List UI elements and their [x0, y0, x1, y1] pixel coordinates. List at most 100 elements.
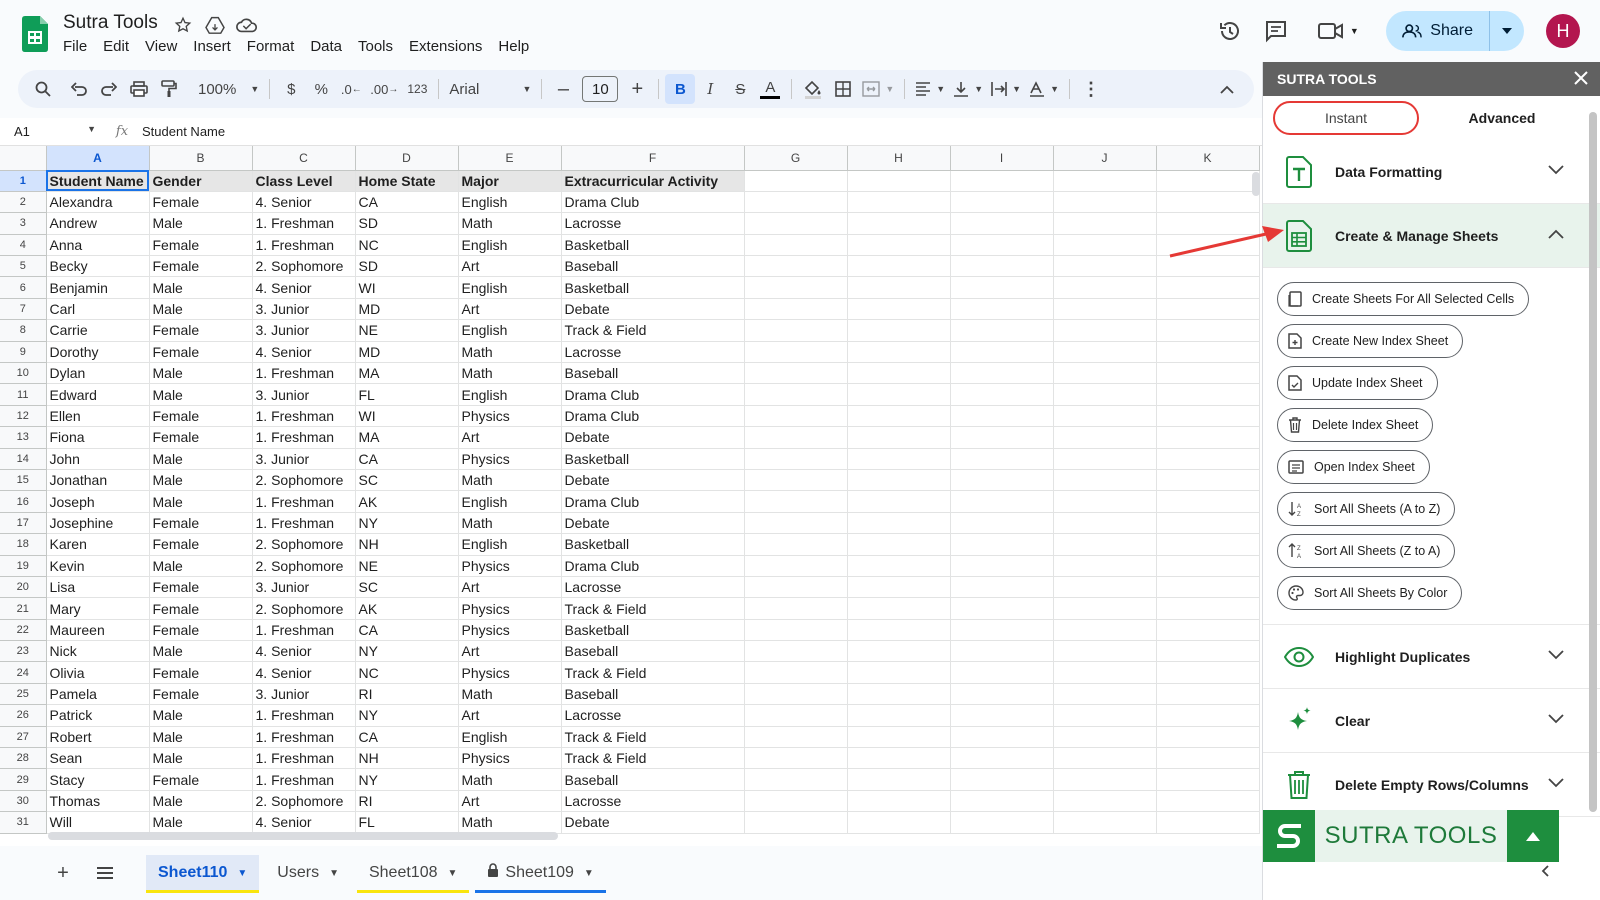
undo-icon[interactable]	[64, 74, 94, 104]
row-header[interactable]: 31	[0, 811, 47, 834]
grid-cell[interactable]	[1156, 555, 1260, 577]
percent-format-button[interactable]: %	[306, 74, 336, 104]
grid-cell[interactable]: Gender	[149, 170, 253, 192]
grid-cell[interactable]: Female	[149, 405, 253, 428]
grid-cell[interactable]	[847, 448, 951, 470]
grid-cell[interactable]: AK	[355, 597, 459, 620]
grid-cell[interactable]: Female	[149, 255, 253, 278]
grid-cell[interactable]	[744, 661, 848, 684]
grid-cell[interactable]: Physics	[458, 597, 562, 620]
grid-cell[interactable]	[1156, 512, 1260, 535]
grid-cell[interactable]: Art	[458, 298, 562, 321]
grid-cell[interactable]: Alexandra	[46, 191, 150, 214]
action-button[interactable]: Update Index Sheet	[1277, 366, 1438, 400]
grid-cell[interactable]	[847, 469, 951, 492]
grid-cell[interactable]: Female	[149, 533, 253, 556]
grid-cell[interactable]: Joseph	[46, 490, 150, 513]
grid-cell[interactable]: English	[458, 383, 562, 406]
grid-cell[interactable]: Basketball	[561, 448, 745, 470]
grid-cell[interactable]: Drama Club	[561, 555, 745, 577]
column-header-b[interactable]: B	[149, 146, 253, 171]
grid-cell[interactable]: Carl	[46, 298, 150, 321]
merge-cells-icon[interactable]: ▼	[858, 74, 898, 104]
grid-cell[interactable]	[950, 234, 1054, 257]
grid-cell[interactable]: Sean	[46, 747, 150, 770]
grid-cell[interactable]: SD	[355, 255, 459, 278]
grid-cell[interactable]: Basketball	[561, 619, 745, 642]
grid-cell[interactable]: Pamela	[46, 683, 150, 706]
grid-cell[interactable]	[847, 191, 951, 214]
grid-cell[interactable]: Lacrosse	[561, 576, 745, 599]
grid-cell[interactable]: Art	[458, 640, 562, 663]
grid-cell[interactable]	[1156, 661, 1260, 684]
strikethrough-button[interactable]: S	[725, 74, 755, 104]
grid-cell[interactable]	[1156, 298, 1260, 321]
menu-insert[interactable]: Insert	[193, 38, 239, 55]
grid-cell[interactable]	[950, 790, 1054, 813]
grid-cell[interactable]	[744, 790, 848, 813]
grid-cell[interactable]: SC	[355, 469, 459, 492]
grid-cell[interactable]: AK	[355, 490, 459, 513]
grid-cell[interactable]	[847, 512, 951, 535]
grid-cell[interactable]: Drama Club	[561, 383, 745, 406]
grid-cell[interactable]: Male	[149, 555, 253, 577]
grid-cell[interactable]: Math	[458, 362, 562, 385]
horizontal-align-icon[interactable]: ▼	[911, 74, 949, 104]
grid-cell[interactable]: 1. Freshman	[252, 747, 356, 770]
grid-cell[interactable]: Fiona	[46, 426, 150, 449]
grid-cell[interactable]: Drama Club	[561, 405, 745, 428]
grid-cell[interactable]: 2. Sophomore	[252, 597, 356, 620]
row-header[interactable]: 8	[0, 319, 47, 342]
row-header[interactable]: 16	[0, 490, 47, 513]
grid-cell[interactable]: Home State	[355, 170, 459, 192]
grid-cell[interactable]	[1156, 469, 1260, 492]
grid-cell[interactable]: 1. Freshman	[252, 426, 356, 449]
grid-cell[interactable]: NC	[355, 661, 459, 684]
row-header[interactable]: 3	[0, 212, 47, 235]
grid-cell[interactable]: 4. Senior	[252, 661, 356, 684]
grid-cell[interactable]	[744, 533, 848, 556]
grid-cell[interactable]: Math	[458, 212, 562, 235]
scroll-top-button[interactable]	[1507, 810, 1559, 862]
grid-cell[interactable]: Art	[458, 704, 562, 727]
grid-cell[interactable]	[1053, 619, 1157, 642]
grid-cell[interactable]	[950, 811, 1054, 834]
grid-cell[interactable]: Drama Club	[561, 191, 745, 214]
all-sheets-icon[interactable]	[86, 854, 124, 892]
grid-cell[interactable]	[744, 640, 848, 663]
grid-cell[interactable]: Andrew	[46, 212, 150, 235]
grid-cell[interactable]: 2. Sophomore	[252, 469, 356, 492]
grid-cell[interactable]	[950, 405, 1054, 428]
row-header[interactable]: 27	[0, 726, 47, 749]
grid-cell[interactable]	[950, 448, 1054, 470]
decrease-font-size-button[interactable]: –	[548, 74, 578, 104]
grid-cell[interactable]: Male	[149, 811, 253, 834]
grid-cell[interactable]	[847, 298, 951, 321]
grid-cell[interactable]	[1053, 448, 1157, 470]
grid-cell[interactable]: Art	[458, 576, 562, 599]
star-icon[interactable]	[172, 14, 194, 36]
action-button[interactable]: A Z Sort All Sheets (A to Z)	[1277, 492, 1456, 526]
grid-cell[interactable]	[744, 726, 848, 749]
grid-cell[interactable]	[744, 576, 848, 599]
grid-cell[interactable]	[950, 640, 1054, 663]
grid-cell[interactable]: NE	[355, 555, 459, 577]
grid-cell[interactable]: Art	[458, 426, 562, 449]
grid-cell[interactable]: 3. Junior	[252, 319, 356, 342]
grid-cell[interactable]: FL	[355, 811, 459, 834]
grid-cell[interactable]: Male	[149, 747, 253, 770]
more-options-icon[interactable]: ⋮	[1076, 74, 1106, 104]
grid-cell[interactable]: Female	[149, 576, 253, 599]
row-header[interactable]: 10	[0, 362, 47, 385]
grid-cell[interactable]: Male	[149, 726, 253, 749]
grid-cell[interactable]: Basketball	[561, 234, 745, 257]
grid-cell[interactable]	[950, 747, 1054, 770]
grid-cell[interactable]	[950, 212, 1054, 235]
grid-cell[interactable]	[1053, 426, 1157, 449]
grid-cell[interactable]	[950, 362, 1054, 385]
version-history-icon[interactable]	[1210, 11, 1250, 51]
grid-cell[interactable]	[744, 383, 848, 406]
grid-cell[interactable]: Lisa	[46, 576, 150, 599]
grid-cell[interactable]	[1156, 234, 1260, 257]
grid-cell[interactable]	[847, 426, 951, 449]
